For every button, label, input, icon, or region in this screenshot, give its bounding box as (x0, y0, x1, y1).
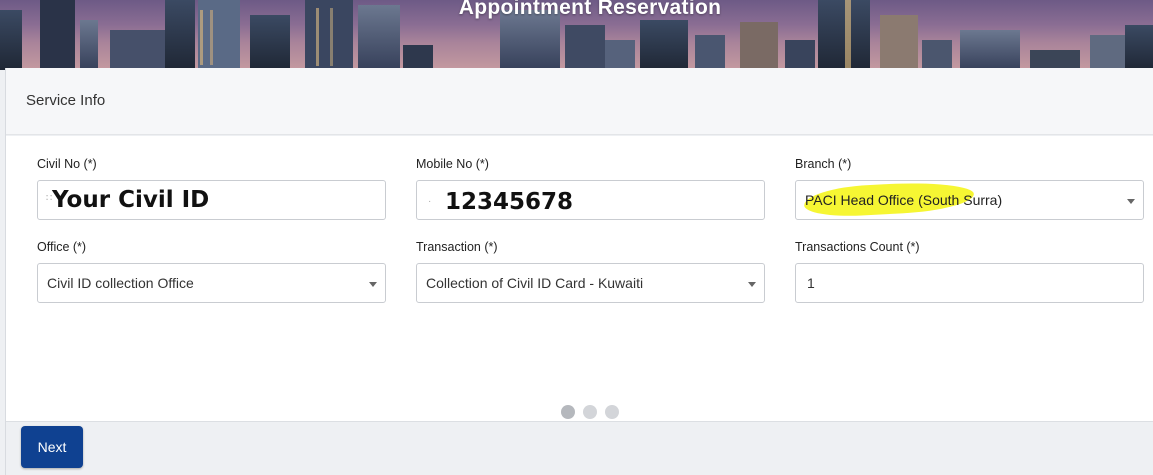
step-dot[interactable] (583, 405, 597, 419)
civil-no-value: Your Civil ID (52, 187, 210, 213)
next-button[interactable]: Next (21, 426, 83, 468)
branch-select[interactable]: PACI Head Office (South Surra) (795, 179, 1144, 220)
caret-down-icon (369, 282, 377, 287)
form-area: Civil No (*) ∷ Your Civil ID Mobile No (… (6, 136, 1153, 422)
transaction-value: Collection of Civil ID Card - Kuwaiti (426, 275, 644, 291)
step-dot[interactable] (605, 405, 619, 419)
transactions-count-label: Transactions Count (*) (795, 240, 920, 254)
civil-no-input[interactable]: ∷ Your Civil ID (37, 180, 386, 220)
mobile-no-value: 12345678 (445, 189, 574, 215)
page-title: Appointment Reservation (458, 0, 722, 19)
header-banner: Appointment Reservation (0, 0, 1153, 70)
office-label: Office (*) (37, 240, 87, 254)
step-dot[interactable] (561, 405, 575, 419)
office-select[interactable]: Civil ID collection Office (37, 263, 386, 303)
branch-label: Branch (*) (795, 157, 852, 171)
branch-value: PACI Head Office (South Surra) (805, 192, 1003, 208)
transactions-count-input[interactable]: 1 (795, 263, 1144, 303)
transactions-count-value: 1 (807, 275, 815, 291)
mobile-no-label: Mobile No (*) (416, 157, 489, 171)
office-value: Civil ID collection Office (47, 275, 194, 291)
panel-header: Service Info (6, 68, 1153, 135)
caret-down-icon (1127, 199, 1135, 204)
input-cursor-mark: · (428, 196, 432, 207)
transaction-label: Transaction (*) (416, 240, 498, 254)
civil-no-label: Civil No (*) (37, 157, 97, 171)
service-info-panel: Service Info Civil No (*) ∷ Your Civil I… (5, 68, 1153, 475)
caret-down-icon (748, 282, 756, 287)
panel-title: Service Info (26, 92, 106, 109)
mobile-no-input[interactable]: · 12345678 (416, 180, 765, 220)
transaction-select[interactable]: Collection of Civil ID Card - Kuwaiti (416, 263, 765, 303)
